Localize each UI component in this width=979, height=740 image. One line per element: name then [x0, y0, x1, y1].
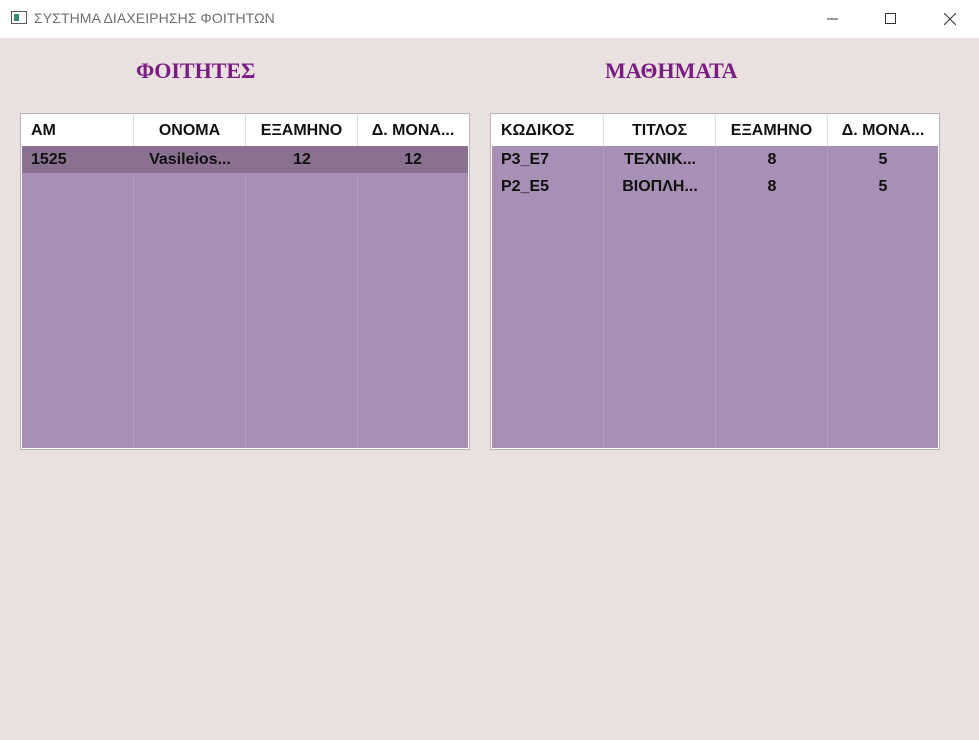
cell-title: ΒΙΟΠΛΗ... — [622, 178, 698, 195]
column-divider — [245, 146, 246, 448]
cell-title: ΤΕΧΝΙΚ... — [623, 151, 696, 168]
header-title[interactable]: ΤΙΤΛΟΣ — [604, 115, 716, 146]
table-row[interactable]: P2_E5 ΒΙΟΠΛΗ... 8 5 — [492, 173, 938, 200]
header-name[interactable]: ΟΝΟΜΑ — [134, 115, 246, 146]
cell-semester: 12 — [293, 151, 311, 168]
minimize-button[interactable] — [804, 0, 862, 38]
cell-credits: 5 — [878, 151, 888, 168]
close-button[interactable] — [921, 0, 979, 38]
header-semester[interactable]: ΕΞΑΜΗΝΟ — [716, 115, 828, 146]
table-row[interactable]: 1525 Vasileios... 12 12 — [22, 146, 468, 173]
students-table-body[interactable]: ΑΜ ΟΝΟΜΑ ΕΞΑΜΗΝΟ Δ. ΜΟΝΑ... 1525 Vasilei… — [22, 115, 468, 448]
cell-credits: 5 — [878, 178, 888, 195]
close-icon — [944, 13, 956, 25]
students-table[interactable]: ΑΜ ΟΝΟΜΑ ΕΞΑΜΗΝΟ Δ. ΜΟΝΑ... 1525 Vasilei… — [20, 113, 470, 450]
header-code[interactable]: ΚΩΔΙΚΟΣ — [492, 115, 604, 146]
cell-semester: 8 — [767, 151, 777, 168]
main-window: ΣΥΣΤΗΜΑ ΔΙΑΧΕΙΡΗΣΗΣ ΦΟΙΤΗΤΩΝ ΦΟΙΤΗΤΕΣ ΜΑ… — [0, 0, 979, 740]
title-bar[interactable]: ΣΥΣΤΗΜΑ ΔΙΑΧΕΙΡΗΣΗΣ ΦΟΙΤΗΤΩΝ — [0, 0, 979, 38]
column-divider — [133, 146, 134, 448]
cell-code: P3_E7 — [501, 151, 550, 168]
cell-credits: 12 — [404, 151, 422, 168]
students-section-title: ΦΟΙΤΗΤΕΣ — [136, 58, 256, 83]
courses-table-header: ΚΩΔΙΚΟΣ ΤΙΤΛΟΣ ΕΞΑΜΗΝΟ Δ. ΜΟΝΑ... — [492, 115, 938, 146]
app-window-icon — [11, 11, 27, 24]
header-am[interactable]: ΑΜ — [22, 115, 134, 146]
cell-semester: 8 — [767, 178, 777, 195]
header-credits[interactable]: Δ. ΜΟΝΑ... — [828, 115, 938, 146]
table-row[interactable]: P3_E7 ΤΕΧΝΙΚ... 8 5 — [492, 146, 938, 173]
header-semester[interactable]: ΕΞΑΜΗΝΟ — [246, 115, 358, 146]
courses-section-title: ΜΑΘΗΜΑΤΑ — [605, 58, 738, 83]
maximize-button[interactable] — [862, 0, 920, 38]
courses-table-body[interactable]: ΚΩΔΙΚΟΣ ΤΙΤΛΟΣ ΕΞΑΜΗΝΟ Δ. ΜΟΝΑ... P3_E7 … — [492, 115, 938, 448]
courses-table[interactable]: ΚΩΔΙΚΟΣ ΤΙΤΛΟΣ ΕΞΑΜΗΝΟ Δ. ΜΟΝΑ... P3_E7 … — [490, 113, 940, 450]
header-credits[interactable]: Δ. ΜΟΝΑ... — [358, 115, 468, 146]
column-divider — [357, 146, 358, 448]
students-table-header: ΑΜ ΟΝΟΜΑ ΕΞΑΜΗΝΟ Δ. ΜΟΝΑ... — [22, 115, 468, 146]
minimize-icon — [827, 18, 838, 20]
cell-name: Vasileios... — [149, 151, 231, 168]
cell-code: P2_E5 — [501, 178, 550, 195]
cell-am: 1525 — [31, 151, 67, 168]
window-title: ΣΥΣΤΗΜΑ ΔΙΑΧΕΙΡΗΣΗΣ ΦΟΙΤΗΤΩΝ — [34, 10, 275, 26]
maximize-icon — [885, 13, 896, 24]
